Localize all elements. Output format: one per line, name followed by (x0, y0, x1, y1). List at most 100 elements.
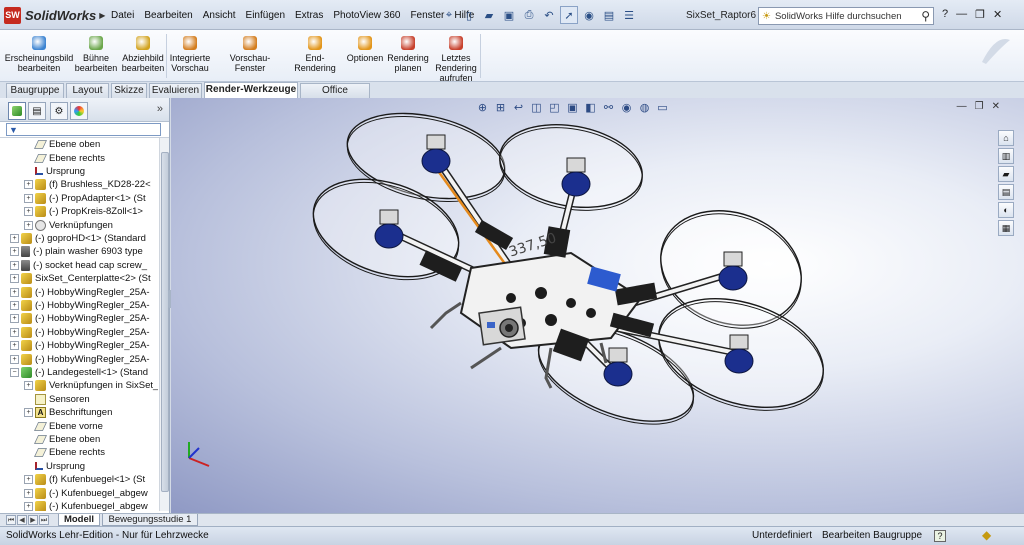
cmd-preview-button[interactable]: Integrierte Vorschau (166, 36, 214, 73)
tab-evaluieren[interactable]: Evaluieren (149, 83, 202, 98)
minimize-icon[interactable]: — (956, 8, 967, 21)
tab-baugruppe[interactable]: Baugruppe (6, 83, 64, 98)
graphics-area[interactable]: ⊕ ⊞ ↩ ◫ ◰ ▣ ◧ ⚯ ◉ ◍ ▭ — ❐ ✕ ⌂ ▥ ▰ ▤ ◐ ▦ (171, 98, 1024, 513)
tree-item[interactable]: + (-) goproHD<1> (Standard (10, 232, 146, 245)
property-manager-tab-icon[interactable]: ▤ (28, 102, 46, 120)
prev-tab-icon[interactable]: ◀ (17, 515, 27, 525)
cmd-render-button[interactable]: End-Rendering (286, 36, 344, 73)
search-icon[interactable]: ⚲ (921, 9, 930, 23)
tab-model[interactable]: Modell (58, 514, 100, 526)
tree-item[interactable]: − (-) Landegestell<1> (Stand (10, 366, 148, 379)
cmd-preview-window-button[interactable]: Vorschau-Fenster (216, 36, 284, 73)
first-tab-icon[interactable]: ⏮ (6, 515, 16, 525)
undo-icon[interactable]: ↶ (540, 6, 558, 24)
menu-item-ansicht[interactable]: Ansicht (198, 8, 241, 23)
tree-item[interactable]: Sensoren (24, 393, 90, 406)
tree-scrollbar[interactable] (159, 138, 169, 511)
expand-icon[interactable]: + (24, 475, 33, 485)
cmd-options-button[interactable]: Optionen (346, 36, 384, 63)
expand-icon[interactable]: + (24, 180, 33, 190)
tree-item[interactable]: + (-) HobbyWingRegler_25A- (10, 285, 150, 298)
tree-item[interactable]: + Verknüpfungen (24, 218, 113, 231)
tree-item[interactable]: + (-) PropKreis-8Zoll<1> (24, 205, 143, 218)
tree-item[interactable]: Ursprung (24, 165, 85, 178)
expand-icon[interactable]: + (10, 300, 19, 310)
tab-layout[interactable]: Layout (66, 83, 109, 98)
expand-icon[interactable]: + (10, 341, 19, 351)
print-icon[interactable]: ⎙ (520, 6, 538, 24)
tab-office-produkte[interactable]: Office Produkte (300, 83, 370, 109)
expand-icon[interactable]: + (24, 220, 33, 230)
options-icon[interactable]: ☰ (620, 6, 638, 24)
help-search-box[interactable]: ☀ SolidWorks Hilfe durchsuchen ⚲ (758, 7, 934, 25)
tree-item[interactable]: Ebene vorne (24, 419, 103, 432)
expand-icon[interactable]: + (10, 274, 19, 284)
tree-item[interactable]: + (-) Kufenbuegel_abgew (24, 500, 148, 511)
expand-icon[interactable]: + (10, 233, 19, 243)
panel-expand-icon[interactable]: » (157, 103, 163, 115)
expand-icon[interactable]: + (24, 408, 33, 418)
status-tip-icon[interactable]: ◆ (982, 528, 991, 542)
tree-item[interactable]: + (-) PropAdapter<1> (St (24, 192, 146, 205)
expand-icon[interactable]: + (10, 314, 19, 324)
cmd-schedule-button[interactable]: Rendering planen (386, 36, 430, 73)
last-tab-icon[interactable]: ⏭ (39, 515, 49, 525)
status-help-icon[interactable]: ? (934, 530, 946, 542)
tree-item[interactable]: Ebene rechts (24, 446, 105, 459)
menu-item-bearbeiten[interactable]: Bearbeiten (139, 8, 197, 23)
menu-item-photoview-360[interactable]: PhotoView 360 (328, 8, 405, 23)
configuration-manager-tab-icon[interactable]: ⚙ (50, 102, 68, 120)
cmd-last-render-button[interactable]: Letztes Rendering aufrufen (432, 36, 480, 83)
expand-icon[interactable]: + (10, 260, 19, 270)
next-tab-icon[interactable]: ▶ (28, 515, 38, 525)
tree-item[interactable]: Ebene oben (24, 433, 100, 446)
expand-icon[interactable]: + (24, 381, 33, 391)
rebuild-icon[interactable]: ◉ (580, 6, 598, 24)
tree-item[interactable]: + (-) plain washer 6903 type (10, 245, 143, 258)
tree-item[interactable]: + A Beschriftungen (24, 406, 112, 419)
pin-icon[interactable]: ⌖ (440, 6, 458, 24)
expand-icon[interactable]: + (10, 247, 19, 257)
tree-item[interactable]: Ebene oben (24, 138, 100, 151)
menu-item-extras[interactable]: Extras (290, 8, 328, 23)
tab-skizze[interactable]: Skizze (111, 83, 147, 98)
tree-item[interactable]: + Verknüpfungen in SixSet_R (24, 379, 158, 392)
file-properties-icon[interactable]: ▤ (600, 6, 618, 24)
tree-item[interactable]: + (-) HobbyWingRegler_25A- (10, 312, 150, 325)
expand-icon[interactable]: + (10, 354, 19, 364)
feature-tree-tab-icon[interactable] (8, 102, 26, 120)
tab-render-werkzeuge[interactable]: Render-Werkzeuge (204, 82, 298, 98)
expand-icon[interactable]: + (10, 327, 19, 337)
cmd-scene-button[interactable]: Bühne bearbeiten (72, 36, 120, 73)
tree-item[interactable]: + SixSet_Centerplatte<2> (St (10, 272, 151, 285)
collapse-icon[interactable]: − (10, 367, 19, 377)
tree-item[interactable]: + (-) Kufenbuegel_abgew (24, 486, 148, 499)
expand-icon[interactable]: + (24, 501, 33, 511)
new-document-icon[interactable]: ▯ (460, 6, 478, 24)
help-dropdown-icon[interactable]: ? (942, 8, 948, 21)
tree-scrollbar-thumb[interactable] (161, 152, 169, 492)
solidworks-logo[interactable]: SW SolidWorks ▶ (4, 5, 105, 25)
tree-item[interactable]: + (f) Brushless_KD28-22< (24, 178, 151, 191)
display-manager-tab-icon[interactable] (70, 102, 88, 120)
expand-icon[interactable]: + (24, 488, 33, 498)
tree-filter-input[interactable]: ▼ (6, 123, 161, 136)
restore-icon[interactable]: ❐ (975, 8, 985, 21)
cmd-appearance-button[interactable]: Erscheinungsbild bearbeiten (4, 36, 74, 73)
expand-icon[interactable]: + (24, 193, 33, 203)
tree-item[interactable]: + (-) HobbyWingRegler_25A- (10, 299, 150, 312)
cmd-decal-button[interactable]: Abziehbild bearbeiten (120, 36, 166, 73)
close-icon[interactable]: ✕ (993, 8, 1002, 21)
menu-item-einfügen[interactable]: Einfügen (241, 8, 290, 23)
select-pointer-icon[interactable]: ➚ (560, 6, 578, 24)
tree-item[interactable]: Ursprung (24, 460, 85, 473)
tree-item[interactable]: + (-) HobbyWingRegler_25A- (10, 339, 150, 352)
tree-item[interactable]: + (-) socket head cap screw_ (10, 259, 147, 272)
open-folder-icon[interactable]: ▰ (480, 6, 498, 24)
expand-icon[interactable]: + (24, 207, 33, 217)
save-icon[interactable]: ▣ (500, 6, 518, 24)
logo-menu-arrow-icon[interactable]: ▶ (99, 11, 105, 20)
menu-item-datei[interactable]: Datei (106, 8, 139, 23)
tab-motion-study[interactable]: Bewegungsstudie 1 (102, 514, 198, 526)
expand-icon[interactable]: + (10, 287, 19, 297)
